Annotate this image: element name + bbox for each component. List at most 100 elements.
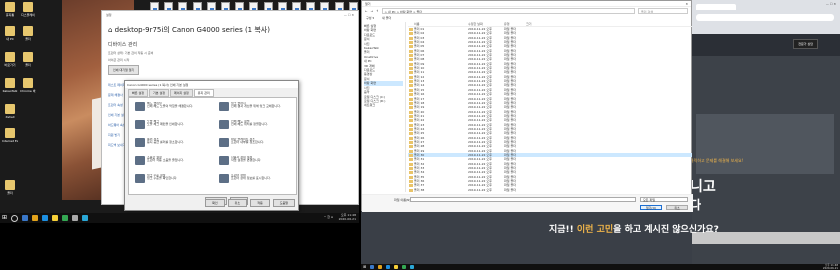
maintenance-icon [219,156,229,165]
taskbar-clock[interactable]: 오후 11:48 2020-06-21 [339,213,356,221]
taskbar-right: ⊞ 오후 11:48 2020-06-21 [361,264,840,270]
section-title: 디바이스 관리 [108,42,138,48]
site-header: 전문가 상담 [692,34,840,56]
desktop-icon[interactable]: 바로가기 [2,52,18,72]
search-input[interactable]: 폴더 검색 [638,8,688,14]
column-header[interactable]: 수정한 날짜 [468,22,504,26]
table-row[interactable]: 폴더 38 2019-11-22 오후 파일 폴더 [408,187,692,193]
column-header[interactable]: 이름 [408,22,468,26]
toolbar-button[interactable]: 새 폴더 [382,16,391,20]
window-controls[interactable]: — ☐ ✕ [344,13,354,17]
dialog-tab[interactable]: 기본 설정 [149,89,169,97]
site-banner [696,114,834,174]
filename-input[interactable] [410,197,636,202]
file-list: 이름 수정한 날짜 유형 크기 폴더 01 2019-11-22 오후 파일 폴더 폴더 0… [408,22,692,193]
cancel-button[interactable]: 취소 [227,199,248,207]
maintenance-item[interactable]: 잉크 플러시 인쇄 결과 개선을 위해 잉크 교체합니다. [219,102,299,113]
desktop-icon[interactable]: 휴지통 [2,2,18,22]
dialog-tab[interactable]: 빠른 설정 [128,89,148,97]
app-taskbar-icon[interactable] [410,265,415,269]
kakaotalk-taskbar-icon[interactable] [394,265,399,269]
ok-button[interactable]: 확인 [205,199,225,207]
path-bar[interactable]: > 내 PC > 바탕 화면 > 폴더 [381,8,635,14]
edge-icon[interactable] [42,215,49,221]
back-icon[interactable]: ← [365,9,368,13]
chrome-window: — ☐ ✕ [692,0,840,34]
taskbar-clock[interactable]: 오후 11:48 2020-06-21 [823,264,838,270]
close-icon[interactable]: ✕ [685,2,688,6]
open-queue-button[interactable]: 인쇄 대기열 열기 [108,65,140,75]
maintenance-desc: 작업 설정을 변경합니다. [231,158,262,163]
expert-consult-button[interactable]: 전문가 상담 [793,39,818,49]
dialog-tab[interactable]: 유지 관리 [193,89,214,97]
column-header[interactable]: 유형 [504,22,526,26]
maintenance-item[interactable]: 인쇄 헤드 정렬 인쇄 헤드 위치를 정렬합니다. [219,120,299,131]
start-icon[interactable]: ⊞ [2,215,7,221]
recycle-bin-icon [5,2,15,12]
maintenance-icon [135,156,145,165]
window-controls[interactable]: — ☐ ✕ [826,2,836,6]
maintenance-desc: 프린터 상태 정보를 표시합니다. [231,176,271,181]
desktop-icon[interactable]: 디스플레이 [20,2,36,22]
forward-icon[interactable]: → [371,9,374,13]
maintenance-item[interactable]: 하단 플레이트 청소 프린터 내부를 청소합니다. [219,138,299,149]
chrome-taskbar-icon[interactable] [402,265,407,269]
cancel-button[interactable]: 취소 [666,205,688,210]
desktop-icon-label: 디스플레이 [21,13,35,17]
app-taskbar-icon[interactable] [82,215,89,221]
maintenance-item[interactable]: 헤드 클리닝 인쇄 헤드 노즐의 막힘을 해결합니다. [135,102,215,113]
task-view-icon[interactable] [22,215,29,221]
browser-tab[interactable] [696,4,736,10]
nav-pane-item[interactable]: 네트워크 [364,103,403,107]
site-cta-link[interactable]: 클릭하고 문제를 해결해 보세요! [690,158,743,164]
maintenance-item[interactable]: 조용한 설정 프린터 작동 소음을 줄입니다. [135,156,215,167]
folder-icon [23,52,33,62]
tray-text[interactable]: ^ 한 A [324,215,333,219]
apply-button[interactable]: 적용 [250,199,270,207]
maintenance-desc: 용지 공급 롤러를 청소합니다. [147,140,184,145]
file-explorer-icon[interactable] [378,265,383,269]
toolbar-button[interactable]: 구성 ▾ [366,16,374,20]
right-monitor: — ☐ ✕ 전문가 상담 클릭하고 문제를 해결해 보세요! 니고 다 지금!!… [361,0,840,270]
maintenance-item[interactable]: 프린터 상태 프린터 상태 정보를 표시합니다. [219,174,299,185]
maintenance-icon [219,120,229,129]
taskbar-left: ⊞ ^ 한 A 오후 11:48 2020-06-21 [0,213,359,223]
maintenance-item[interactable]: 노즐 체크 노즐 체크 패턴을 인쇄합니다. [135,120,215,131]
maintenance-item[interactable]: 잉크 수준 정보 잉크 수준을 확인합니다. [135,174,215,185]
column-header[interactable]: 크기 [526,22,546,26]
dialog-tab[interactable]: 페이지 설정 [170,89,193,97]
help-button[interactable]: 도움말 [272,199,295,207]
chrome-taskbar-icon[interactable] [62,215,69,221]
desktop-icon[interactable]: Chrome 바로가기 [20,78,36,98]
filetype-select[interactable]: 모든 파일 [640,197,688,202]
desktop-icon[interactable]: 폴더 [20,52,36,72]
start-icon[interactable]: ⊞ [363,265,366,269]
cell-name: 폴더 38 [414,187,425,192]
open-button[interactable]: 열기(O) [640,205,662,210]
desktop-icon-label: KakaoTalk [2,89,18,93]
desktop-icon[interactable]: 폴더 [20,26,36,46]
navigation-pane: 빠른 실행 바탕 화면 다운로드 문서 사진 KakaoTalk 폴더 OneDrive 내 P… [362,22,406,192]
desktop-icon-label: Xshell [5,115,15,119]
maintenance-desc: 잉크 수준을 확인합니다. [147,176,178,181]
desktop-icon[interactable]: 폴더 [2,180,18,200]
desktop-icon[interactable]: Internet Explorer [2,128,18,148]
edge-icon[interactable] [386,265,391,269]
address-bar[interactable] [696,14,834,21]
search-icon[interactable] [11,214,19,222]
desktop-icon[interactable]: Xshell [2,104,18,124]
desktop-icon[interactable]: 내 PC [2,26,18,46]
maintenance-icon [135,174,145,183]
maintenance-item[interactable]: 사용자 정의 설정 작업 설정을 변경합니다. [219,156,299,167]
maintenance-item[interactable]: 롤러 청소 용지 공급 롤러를 청소합니다. [135,138,215,149]
up-icon[interactable]: ↑ [376,9,379,13]
kakaotalk-taskbar-icon[interactable] [52,215,59,221]
maintenance-panel: 헤드 클리닝 인쇄 헤드 노즐의 막힘을 해결합니다. 잉크 플러시 인쇄 결과 개선… [128,97,297,195]
file-explorer-icon[interactable] [32,215,39,221]
desktop-icon[interactable]: KakaoTalk [2,78,18,98]
maintenance-icon [219,102,229,111]
settings-taskbar-icon[interactable] [72,215,79,221]
desktop-icon-label: 휴지통 [5,13,15,17]
maintenance-desc: 프린터 작동 소음을 줄입니다. [147,158,184,163]
task-view-icon[interactable] [370,265,375,269]
